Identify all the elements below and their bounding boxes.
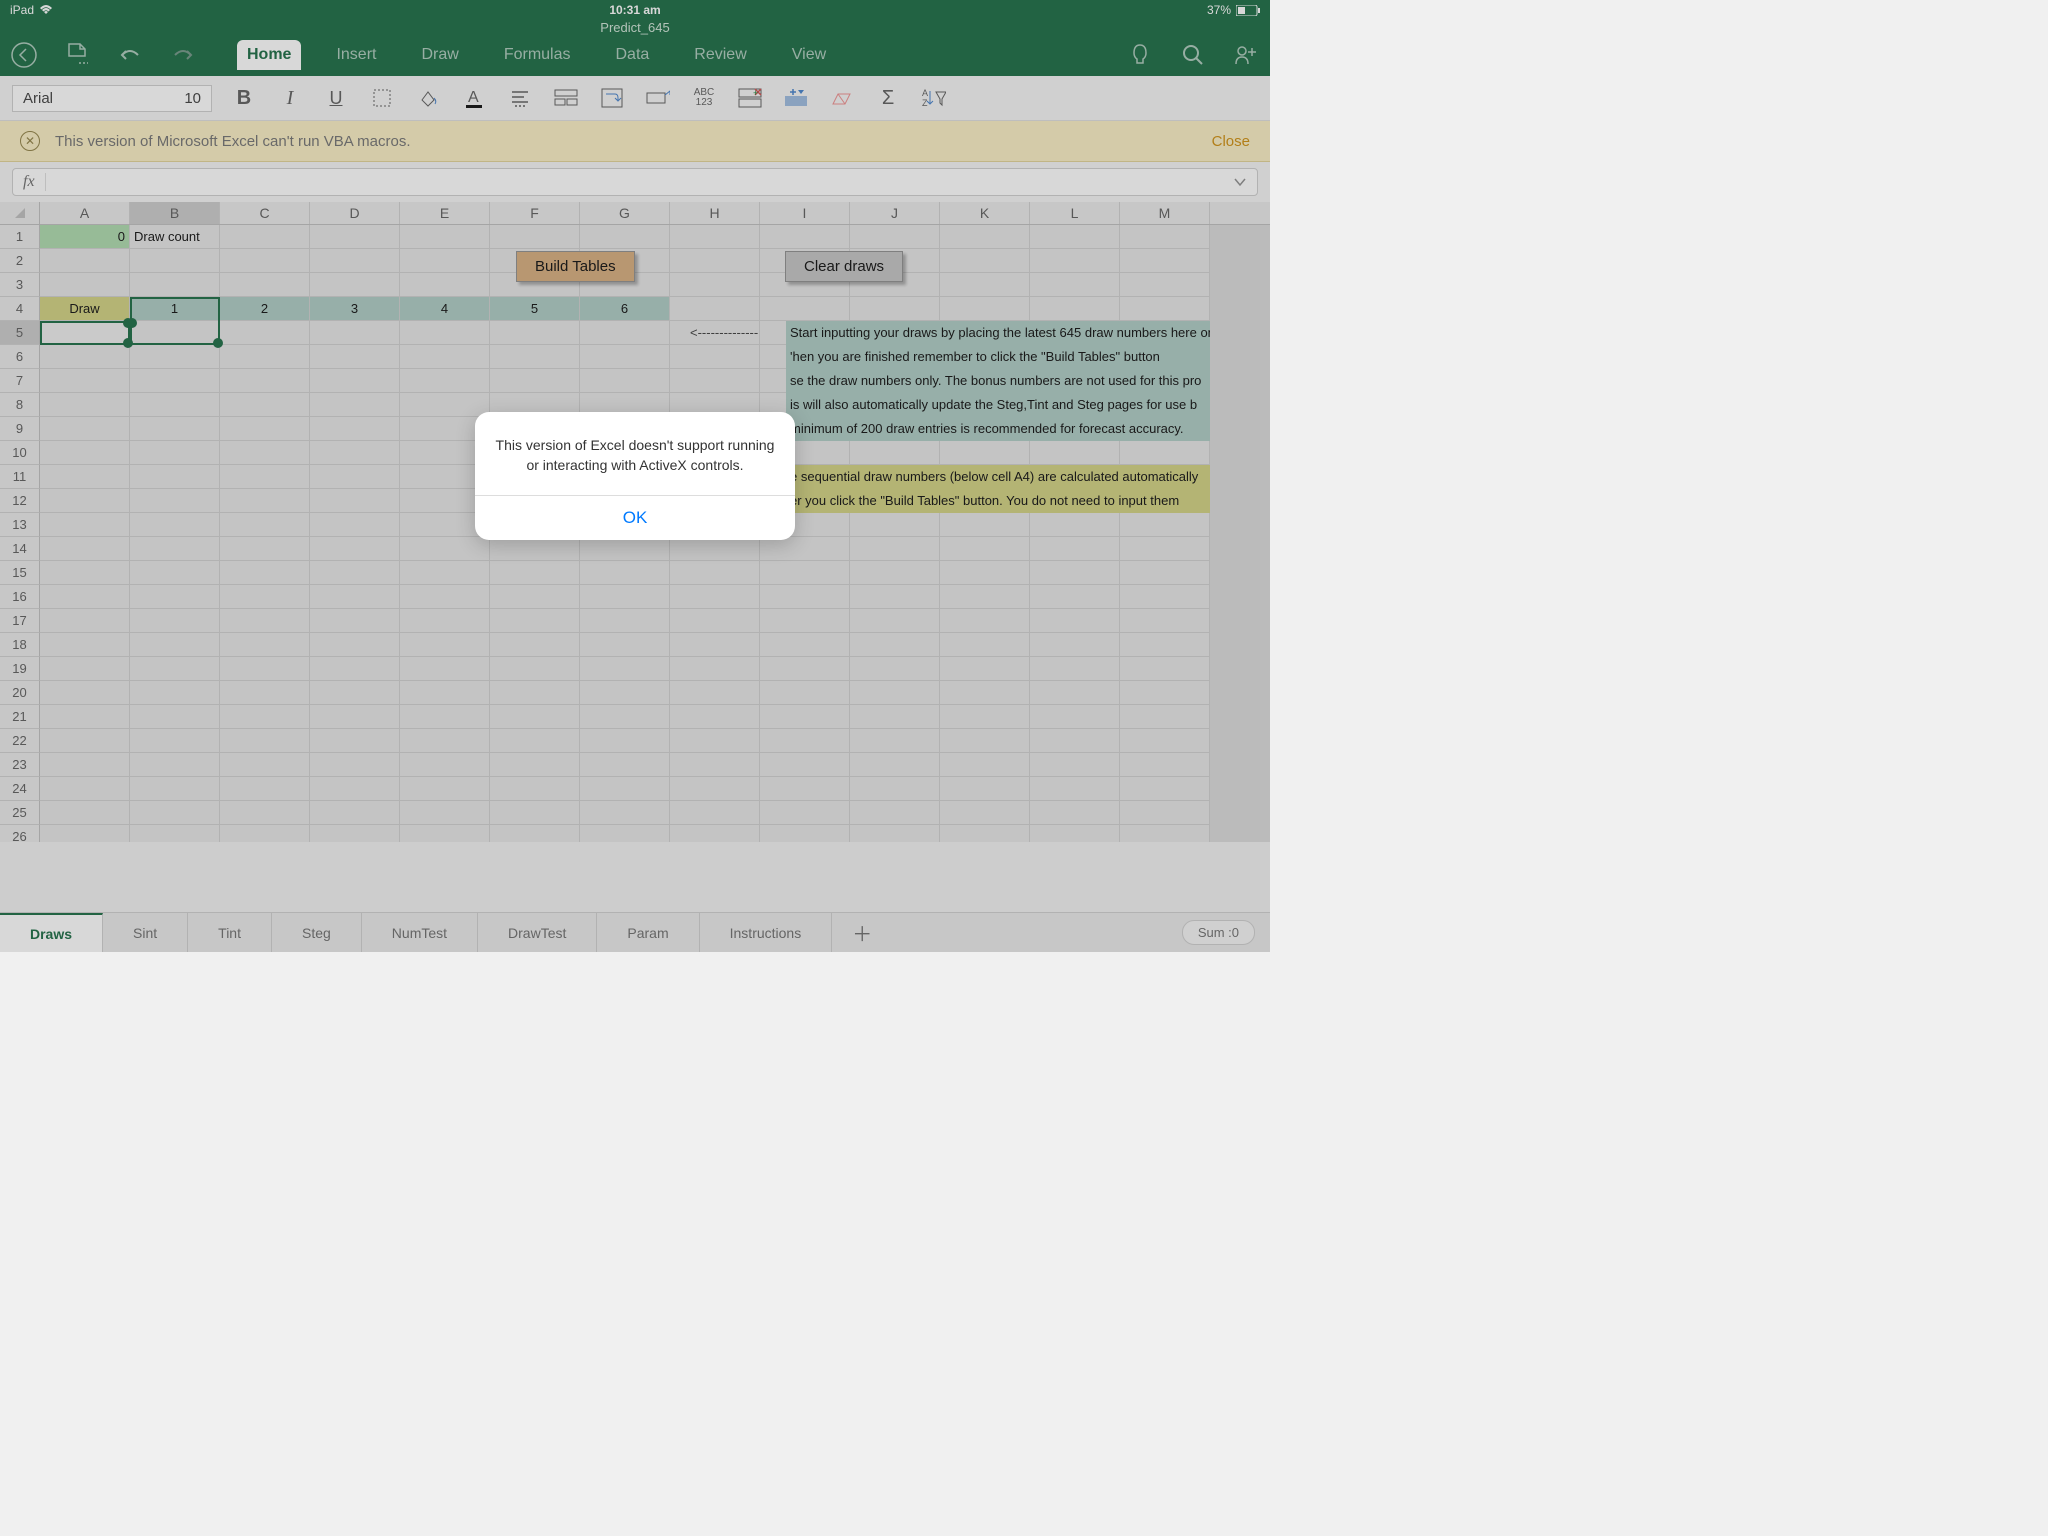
dialog-message: This version of Excel doesn't support ru… xyxy=(475,412,795,495)
activex-dialog: This version of Excel doesn't support ru… xyxy=(475,412,795,540)
dialog-ok-button[interactable]: OK xyxy=(475,495,795,540)
modal-overlay: This version of Excel doesn't support ru… xyxy=(0,0,1270,952)
